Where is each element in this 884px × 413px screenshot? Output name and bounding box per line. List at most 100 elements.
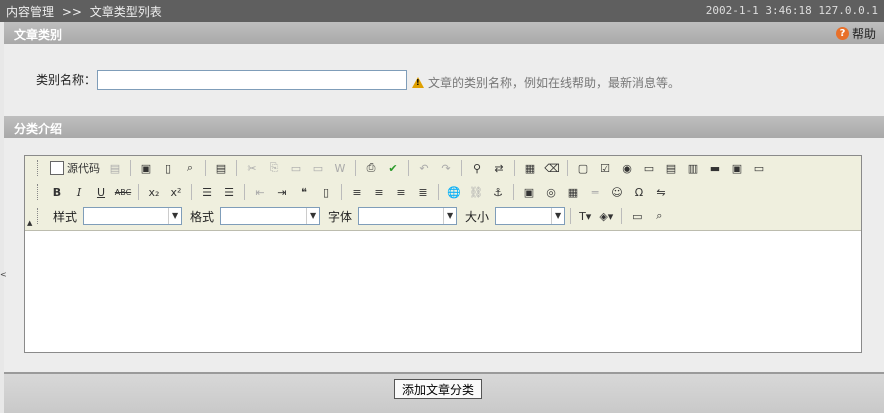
paste-text-button[interactable]: ▭ (308, 158, 328, 178)
show-blocks-button[interactable]: ⌕ (649, 206, 669, 226)
hint-text: 文章的类别名称，例如在线帮助，最新消息等。 (428, 76, 681, 90)
print-button[interactable]: ⎙ (361, 158, 381, 178)
size-select[interactable]: ▼ (495, 207, 566, 225)
format-label: 格式 (190, 209, 215, 224)
separator (341, 184, 342, 200)
category-name-label: 类别名称： (36, 73, 97, 87)
save-button[interactable]: ▣ (136, 158, 156, 178)
button-field-button[interactable]: ▬ (705, 158, 725, 178)
separator (408, 160, 409, 176)
select-all-button[interactable]: ▦ (520, 158, 540, 178)
breadcrumb: 内容管理 >> 文章类型列表 (6, 3, 166, 20)
help-button[interactable]: ? 帮助 (835, 25, 876, 42)
toolbar-grip (37, 184, 41, 200)
status-date: 2002-1-1 (705, 4, 759, 17)
superscript-button[interactable]: x² (166, 182, 186, 202)
replace-button[interactable]: ⇄ (489, 158, 509, 178)
cut-button[interactable]: ✂ (242, 158, 262, 178)
new-page-button[interactable]: ▯ (158, 158, 178, 178)
anchor-button[interactable]: ⚓ (488, 182, 508, 202)
image-button[interactable]: ▣ (519, 182, 539, 202)
category-name-input[interactable] (97, 70, 407, 90)
find-button[interactable]: ⚲ (467, 158, 487, 178)
toolbar-row-3: 样式 ▼ 格式 ▼ 字体 ▼ 大小 ▼ T▾ ◈▾ ▭ ⌕ (37, 205, 669, 227)
spellcheck-button[interactable]: ✔ (383, 158, 403, 178)
chevron-down-icon: ▼ (443, 208, 456, 224)
align-left-button[interactable]: ≡ (347, 182, 367, 202)
table-button[interactable]: ▦ (563, 182, 583, 202)
style-select[interactable]: ▼ (83, 207, 183, 225)
align-center-button[interactable]: ≡ (369, 182, 389, 202)
smiley-button[interactable]: ☺ (607, 182, 627, 202)
add-category-button[interactable]: 添加文章分类 (394, 379, 483, 399)
separator (355, 160, 356, 176)
outdent-button[interactable]: ⇤ (250, 182, 270, 202)
separator (236, 160, 237, 176)
hidden-field-button[interactable]: ▭ (749, 158, 769, 178)
copy-button[interactable]: ⎘ (264, 158, 284, 178)
italic-button[interactable]: I (69, 182, 89, 202)
separator (514, 160, 515, 176)
toolbar-row-1: 源代码 ▤ ▣ ▯ ⌕ ▤ ✂ ⎘ ▭ ▭ W ⎙ ✔ ↶ ↷ ⚲ ⇄ ▦ ⌫ … (37, 157, 769, 179)
editor-toolbar: 源代码 ▤ ▣ ▯ ⌕ ▤ ✂ ⎘ ▭ ▭ W ⎙ ✔ ↶ ↷ ⚲ ⇄ ▦ ⌫ … (25, 156, 861, 231)
unlink-button[interactable]: ⛓ (466, 182, 486, 202)
bold-button[interactable]: B (47, 182, 67, 202)
underline-button[interactable]: U (91, 182, 111, 202)
blockquote-button[interactable]: ❝ (294, 182, 314, 202)
status-readout: 2002-1-1 3:46:18 127.0.0.1 (706, 4, 878, 17)
div-container-button[interactable]: ▯ (316, 182, 336, 202)
style-label: 样式 (53, 209, 78, 224)
separator (130, 160, 131, 176)
collapse-sidebar-icon[interactable]: < (0, 270, 7, 279)
collapse-toolbar-icon[interactable]: ▲ (27, 219, 32, 227)
separator (138, 184, 139, 200)
source-button[interactable]: 源代码 (47, 158, 103, 178)
image-button-button[interactable]: ▣ (727, 158, 747, 178)
flash-button[interactable]: ◎ (541, 182, 561, 202)
checkbox-button[interactable]: ☑ (595, 158, 615, 178)
separator (570, 208, 572, 224)
textfield-button[interactable]: ▭ (639, 158, 659, 178)
status-ip: 127.0.0.1 (818, 4, 878, 17)
paste-word-button[interactable]: W (330, 158, 350, 178)
indent-button[interactable]: ⇥ (272, 182, 292, 202)
maximize-button[interactable]: ▭ (627, 206, 647, 226)
select-field-button[interactable]: ▥ (683, 158, 703, 178)
breadcrumb-current: 文章类型列表 (89, 5, 162, 19)
undo-button[interactable]: ↶ (414, 158, 434, 178)
remove-format-button[interactable]: ⌫ (542, 158, 562, 178)
separator (244, 184, 245, 200)
bg-color-button[interactable]: ◈▾ (596, 206, 616, 226)
chevron-down-icon: ▼ (168, 208, 181, 224)
strike-button[interactable]: ABC (113, 182, 133, 202)
horizontal-rule-button[interactable]: ═ (585, 182, 605, 202)
preview-doc-button[interactable]: ▤ (105, 158, 125, 178)
align-right-button[interactable]: ≡ (391, 182, 411, 202)
templates-button[interactable]: ▤ (211, 158, 231, 178)
page-break-button[interactable]: ⇋ (651, 182, 671, 202)
chevron-down-icon: ▼ (551, 208, 564, 224)
size-label: 大小 (465, 209, 490, 224)
breadcrumb-root[interactable]: 内容管理 (6, 5, 54, 19)
bullet-list-button[interactable]: ☰ (219, 182, 239, 202)
subscript-button[interactable]: x₂ (144, 182, 164, 202)
redo-button[interactable]: ↷ (436, 158, 456, 178)
justify-button[interactable]: ≣ (413, 182, 433, 202)
numbered-list-button[interactable]: ☰ (197, 182, 217, 202)
separator (567, 160, 568, 176)
radio-button[interactable]: ◉ (617, 158, 637, 178)
paste-button[interactable]: ▭ (286, 158, 306, 178)
editor-content-area[interactable] (25, 231, 861, 352)
chevron-down-icon: ▼ (306, 208, 319, 224)
font-select[interactable]: ▼ (358, 207, 458, 225)
section-title: 文章类别 (14, 28, 63, 42)
separator (205, 160, 206, 176)
link-button[interactable]: 🌐 (444, 182, 464, 202)
form-button[interactable]: ▢ (573, 158, 593, 178)
textarea-button[interactable]: ▤ (661, 158, 681, 178)
text-color-button[interactable]: T▾ (576, 206, 594, 226)
special-char-button[interactable]: Ω (629, 182, 649, 202)
section-title: 分类介绍 (14, 122, 63, 136)
format-select[interactable]: ▼ (220, 207, 321, 225)
preview-button[interactable]: ⌕ (180, 158, 200, 178)
